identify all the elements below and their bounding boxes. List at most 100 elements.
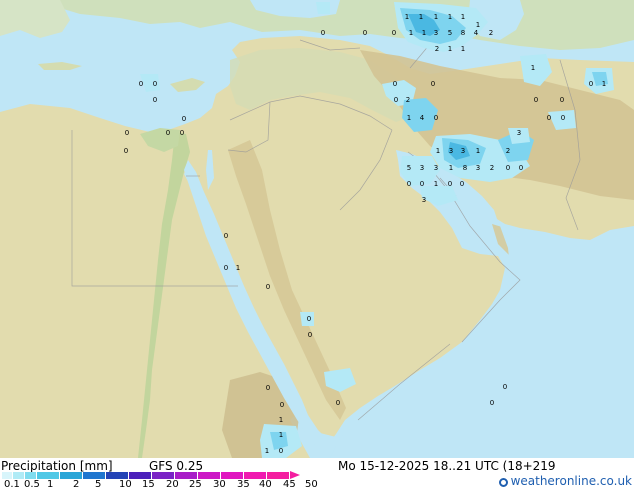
precip-value-label: 0: [392, 29, 396, 37]
precip-value-label: 0: [153, 80, 157, 88]
model-name: GFS 0.25: [149, 459, 204, 473]
precip-value-label: 0: [166, 129, 170, 137]
precip-value-label: 1: [279, 416, 283, 424]
precip-value-label: 2: [506, 147, 510, 155]
legend-swatch: [175, 472, 198, 479]
precip-value-label: 3: [517, 129, 521, 137]
precip-value-label: 0: [490, 399, 494, 407]
precip-value-label: 1: [279, 431, 283, 439]
precip-value-label: 0: [434, 114, 438, 122]
precip-value-label: 1: [448, 45, 452, 53]
precip-value-label: 1: [436, 147, 440, 155]
legend-label: 15: [142, 479, 155, 490]
legend-swatch: [129, 472, 152, 479]
precip-value-label: 1: [434, 180, 438, 188]
legend-color-bar: [2, 471, 300, 479]
legend-label: 10: [119, 479, 132, 490]
precip-value-label: 0: [266, 384, 270, 392]
precip-value-label: 8: [463, 164, 467, 172]
precip-value-label: 1: [461, 45, 465, 53]
precip-value-label: 0: [534, 96, 538, 104]
precip-value-label: 0: [308, 331, 312, 339]
precip-value-label: 1: [461, 13, 465, 21]
precip-value-label: 3: [461, 147, 465, 155]
legend-arrow: [290, 471, 300, 479]
precip-value-label: 1: [419, 13, 423, 21]
precip-value-label: 5: [407, 164, 411, 172]
precip-value-label: 3: [476, 164, 480, 172]
precip-value-label: 1: [531, 64, 535, 72]
precip-value-label: 0: [153, 96, 157, 104]
precip-value-label: 0: [139, 80, 143, 88]
precip-value-label: 3: [434, 164, 438, 172]
legend-label: 0.5: [24, 479, 40, 490]
land-europe-west: [0, 0, 70, 38]
legend-swatch: [267, 472, 290, 479]
precip-value-label: 2: [435, 45, 439, 53]
precipitation-map: 1111110113584202110000000000021400100010…: [0, 0, 634, 458]
precip-value-label: 3: [422, 196, 426, 204]
precip-value-label: 0: [460, 180, 464, 188]
precip-value-label: 0: [363, 29, 367, 37]
legend-label: 20: [166, 479, 179, 490]
precip-value-label: 0: [182, 115, 186, 123]
precip-value-label: 3: [449, 147, 453, 155]
precip-value-label: 1: [476, 147, 480, 155]
precip-value-label: 1: [602, 80, 606, 88]
globe-icon: [498, 478, 508, 487]
legend-label: 2: [73, 479, 80, 490]
precip-value-label: 1: [236, 264, 240, 272]
precip-value-label: 1: [449, 164, 453, 172]
precip-value-label: 0: [503, 383, 507, 391]
legend-swatch: [37, 472, 60, 479]
legend-swatch: [83, 472, 106, 479]
precip-value-label: 0: [125, 129, 129, 137]
precip-value-label: 1: [407, 114, 411, 122]
legend-swatch: [106, 472, 129, 479]
precip-value-label: 0: [448, 180, 452, 188]
product-title: Precipitation [mm]: [1, 459, 113, 473]
precip-value-label: 0: [279, 447, 283, 455]
precip-value-label: 1: [265, 447, 269, 455]
credit-logo[interactable]: weatheronline.co.uk: [498, 474, 632, 488]
precip-value-label: 0: [224, 232, 228, 240]
precip-value-label: 1: [434, 13, 438, 21]
precip-value-label: 0: [589, 80, 593, 88]
legend-swatch: [25, 472, 37, 479]
legend-swatch: [221, 472, 244, 479]
legend-label: 30: [213, 479, 226, 490]
credit-text: weatheronline.co.uk: [510, 474, 632, 488]
precip-value-label: 0: [547, 114, 551, 122]
legend-swatch: [152, 472, 175, 479]
precip-value-label: 0: [280, 401, 284, 409]
precip-value-label: 4: [474, 29, 479, 37]
precip-value-label: 0: [407, 180, 411, 188]
precip-value-label: 2: [489, 29, 493, 37]
legend-swatch: [198, 472, 221, 479]
precip-area: [316, 2, 330, 14]
precip-value-label: 0: [266, 283, 270, 291]
precip-value-label: 0: [224, 264, 228, 272]
precip-value-label: 1: [409, 29, 413, 37]
precip-value-label: 0: [420, 180, 424, 188]
precip-value-label: 1: [422, 29, 426, 37]
precip-value-label: 0: [180, 129, 184, 137]
legend-labels: 0.1 0.5 1 2 5 10 15 20 25 30 35 40 45 50: [0, 479, 330, 490]
precip-value-label: 0: [124, 147, 128, 155]
precip-value-label: 5: [448, 29, 452, 37]
precip-value-label: 3: [434, 29, 438, 37]
legend-label: 1: [47, 479, 54, 490]
legend-label: 35: [237, 479, 250, 490]
precip-value-label: 3: [420, 164, 424, 172]
legend-label: 40: [259, 479, 272, 490]
legend-label: 50: [305, 479, 318, 490]
precip-value-label: 0: [307, 315, 311, 323]
precip-value-label: 0: [506, 164, 510, 172]
precip-value-label: 0: [393, 80, 397, 88]
precip-value-label: 2: [406, 96, 410, 104]
legend-swatch: [13, 472, 25, 479]
legend-label: 45: [283, 479, 296, 490]
precip-value-label: 0: [336, 399, 340, 407]
precip-value-label: 8: [461, 29, 465, 37]
precip-value-label: 1: [405, 13, 409, 21]
